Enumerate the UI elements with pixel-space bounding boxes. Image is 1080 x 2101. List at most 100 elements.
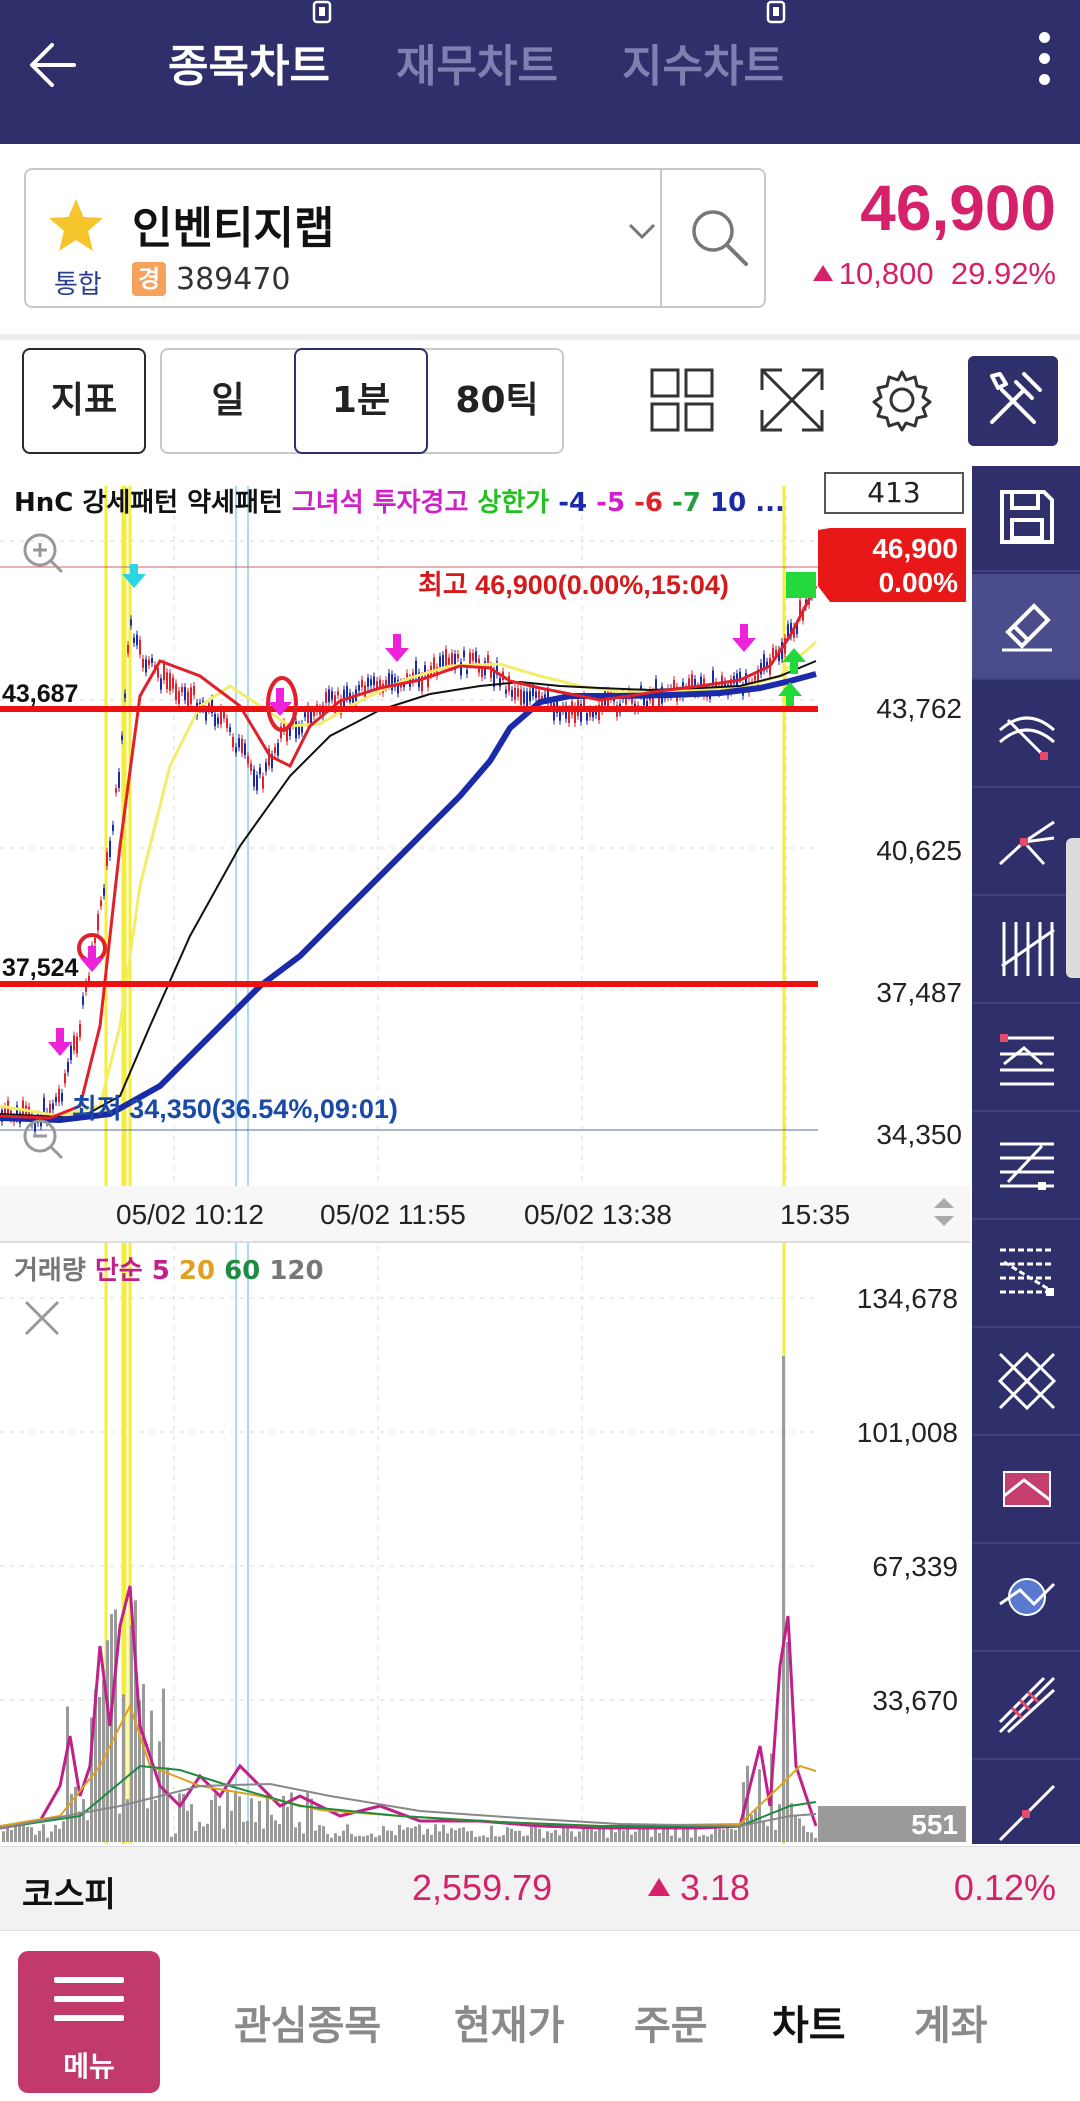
time-axis-tick: 05/02 11:55 bbox=[320, 1199, 466, 1230]
tab-label: 지수차트 bbox=[622, 41, 784, 92]
price-chart-canvas[interactable]: 43,687 37,524 최고 46,900(0.00%,15:04) 최저 … bbox=[0, 466, 970, 1844]
candle-body bbox=[388, 673, 390, 686]
volume-bar bbox=[6, 1826, 9, 1842]
fullscreen-icon[interactable] bbox=[752, 360, 832, 440]
candle-body bbox=[79, 1023, 81, 1037]
search-icon[interactable] bbox=[686, 204, 752, 270]
volume-bar bbox=[266, 1795, 269, 1842]
chevron-down-icon[interactable] bbox=[624, 212, 660, 248]
rectangle-icon bbox=[1003, 1471, 1051, 1507]
arc-tool-button[interactable] bbox=[972, 682, 1080, 788]
volume-bar bbox=[438, 1831, 441, 1842]
pitchfork-icon bbox=[998, 1676, 1056, 1734]
volume-bar bbox=[502, 1835, 505, 1842]
period-80tick-button[interactable]: 80틱 bbox=[430, 350, 564, 452]
candle-body bbox=[754, 675, 756, 681]
candle-body bbox=[214, 713, 216, 727]
candle-body bbox=[523, 691, 525, 704]
fan-tool-icon bbox=[998, 820, 1055, 866]
market-index-bar[interactable]: 코스피 2,559.79 3.18 0.12% bbox=[0, 1846, 1080, 1930]
legend-entry: -6 bbox=[634, 488, 673, 518]
volume-bar bbox=[790, 1803, 793, 1842]
close-icon[interactable] bbox=[24, 1300, 60, 1336]
candle-body bbox=[370, 679, 372, 686]
candle-body bbox=[439, 656, 441, 667]
up-triangle-icon bbox=[648, 1878, 670, 1896]
favorite-star-icon[interactable] bbox=[46, 196, 106, 256]
volume-bar bbox=[234, 1791, 237, 1842]
gann-tool-button[interactable] bbox=[972, 1330, 1080, 1436]
back-arrow-icon[interactable] bbox=[22, 30, 92, 100]
legend-entry: 거래량 bbox=[14, 1256, 95, 1286]
period-label: 1분 bbox=[331, 380, 391, 421]
candle-count[interactable]: 413 bbox=[824, 472, 964, 514]
volume-bar bbox=[690, 1837, 693, 1842]
volume-bar bbox=[166, 1767, 169, 1842]
indicator-button[interactable]: 지표 bbox=[22, 348, 146, 454]
volume-bar bbox=[378, 1835, 381, 1842]
fibonacci-icon bbox=[1000, 1142, 1054, 1190]
zoom-out-icon[interactable] bbox=[23, 1119, 64, 1160]
time-axis-tick: 15:35 bbox=[780, 1199, 850, 1230]
settings-gear-icon[interactable] bbox=[862, 360, 942, 440]
side-scrollbar[interactable] bbox=[1066, 838, 1080, 978]
more-vert-icon[interactable] bbox=[1032, 24, 1056, 96]
nav-chart[interactable]: 차트 bbox=[772, 1993, 846, 2051]
volume-axis-tick: 134,678 bbox=[857, 1283, 958, 1314]
candle-body bbox=[244, 743, 246, 755]
horizontal-tool-button[interactable] bbox=[972, 1006, 1080, 1112]
fan-tool-button[interactable] bbox=[972, 790, 1080, 896]
ellipse-tool-button[interactable] bbox=[972, 1546, 1080, 1652]
tools-icon bbox=[990, 372, 1042, 424]
candle-body bbox=[739, 671, 741, 679]
volume-bar bbox=[678, 1837, 681, 1842]
volume-bar bbox=[62, 1821, 65, 1842]
section-separator bbox=[0, 334, 1080, 340]
tab-stock-chart[interactable]: 종목차트 bbox=[168, 0, 332, 94]
volume-bar bbox=[486, 1837, 489, 1842]
rectangle-tool-button[interactable] bbox=[972, 1438, 1080, 1544]
legend-entry: 60 bbox=[224, 1256, 270, 1286]
tab-index-chart[interactable]: 지수차트 bbox=[622, 0, 786, 94]
period-1min-button[interactable]: 1분 bbox=[294, 348, 428, 454]
candle-body bbox=[367, 677, 369, 687]
candle-body bbox=[163, 663, 165, 681]
grid-layout-icon[interactable] bbox=[642, 360, 722, 440]
gann-icon bbox=[997, 1351, 1057, 1411]
drawing-tools-button[interactable] bbox=[968, 356, 1058, 446]
candle-body bbox=[274, 747, 276, 753]
volume-bar bbox=[394, 1835, 397, 1842]
volume-bar bbox=[310, 1798, 313, 1842]
legend-entry: -5 bbox=[596, 488, 635, 518]
retracement-tool-button[interactable] bbox=[972, 1222, 1080, 1328]
period-day-button[interactable]: 일 bbox=[162, 350, 294, 452]
save-button[interactable] bbox=[972, 466, 1080, 572]
tab-financial-chart[interactable]: 재무차트 bbox=[396, 30, 558, 94]
pitchfork-tool-button[interactable] bbox=[972, 1654, 1080, 1760]
nav-account[interactable]: 계좌 bbox=[914, 1993, 988, 2051]
volume-bar bbox=[238, 1796, 241, 1842]
legend-entry: 단순 5 bbox=[94, 1256, 179, 1286]
volume-bar bbox=[634, 1831, 637, 1842]
volume-bar bbox=[254, 1822, 257, 1842]
candle-body bbox=[109, 840, 111, 857]
volume-bar bbox=[106, 1640, 109, 1842]
stock-selector[interactable]: 인벤티지랩 통합 경 389470 bbox=[24, 168, 766, 308]
nav-order[interactable]: 주문 bbox=[634, 1993, 708, 2051]
candle-body bbox=[232, 736, 234, 748]
nav-watchlist[interactable]: 관심종목 bbox=[234, 1993, 381, 2051]
candle-body bbox=[190, 687, 192, 704]
fibonacci-tool-button[interactable] bbox=[972, 1114, 1080, 1220]
volume-bar bbox=[18, 1826, 21, 1842]
nav-current-price[interactable]: 현재가 bbox=[454, 1993, 564, 2051]
menu-button[interactable]: 메뉴 bbox=[18, 1951, 160, 2093]
volume-last-value: 551 bbox=[911, 1809, 958, 1840]
candle-body bbox=[406, 673, 408, 678]
channel-tool-button[interactable] bbox=[972, 898, 1080, 1004]
eraser-icon bbox=[1002, 603, 1052, 652]
volume-bar bbox=[794, 1814, 797, 1842]
eraser-button[interactable] bbox=[972, 574, 1080, 680]
volume-bar bbox=[510, 1828, 513, 1842]
volume-bar bbox=[258, 1800, 261, 1842]
chart-area[interactable]: 43,687 37,524 최고 46,900(0.00%,15:04) 최저 … bbox=[0, 466, 970, 1844]
